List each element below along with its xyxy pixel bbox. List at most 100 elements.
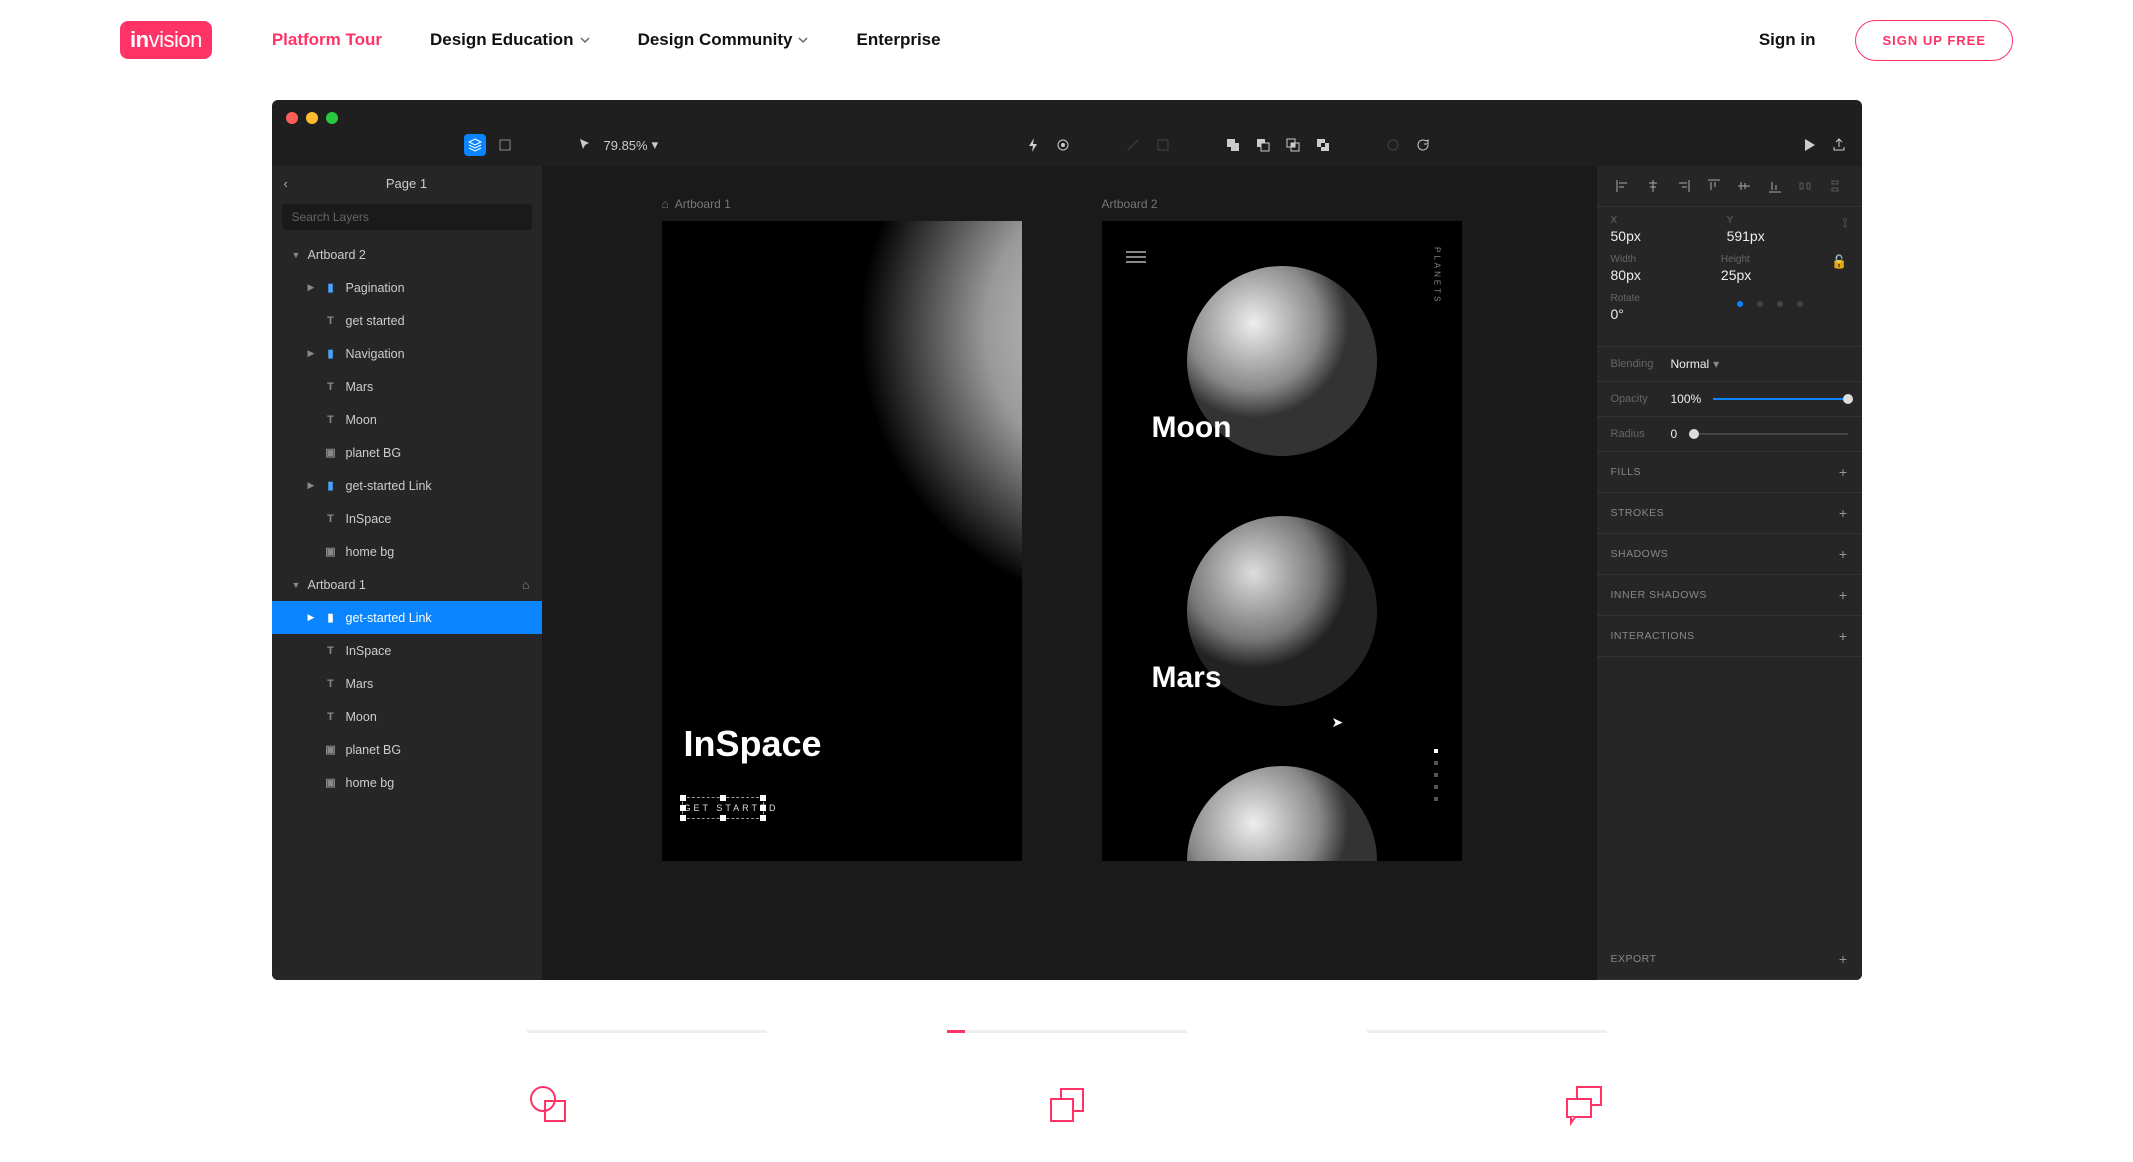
bolt-tool[interactable] <box>1022 134 1044 156</box>
interactions-section[interactable]: INTERACTIONS+ <box>1597 616 1862 657</box>
mask-tool[interactable] <box>1382 134 1404 156</box>
signup-button[interactable]: SIGN UP FREE <box>1855 20 2013 61</box>
layer-label: get-started Link <box>346 611 432 625</box>
inner-shadows-section[interactable]: INNER SHADOWS+ <box>1597 575 1862 616</box>
flip-controls[interactable] <box>1737 301 1848 307</box>
nav-platform-tour[interactable]: Platform Tour <box>272 30 382 50</box>
image-icon: ▣ <box>324 446 338 459</box>
layer-label: Moon <box>346 413 377 427</box>
intersect-tool[interactable] <box>1282 134 1304 156</box>
nav-design-education[interactable]: Design Education <box>430 30 590 50</box>
layer-item[interactable]: ▣home bg <box>272 535 542 568</box>
pin-icon[interactable]: ⟟ <box>1843 215 1848 244</box>
settings-tool[interactable] <box>1052 134 1074 156</box>
layer-label: Mars <box>346 677 374 691</box>
share-button[interactable] <box>1828 134 1850 156</box>
minimize-dot[interactable] <box>306 112 318 124</box>
x-value[interactable]: 50px <box>1611 228 1711 244</box>
home-icon: ⌂ <box>662 197 669 211</box>
plus-icon: + <box>1839 505 1848 521</box>
layer-label: Navigation <box>346 347 405 361</box>
invision-logo[interactable]: invision <box>120 21 212 59</box>
lock-icon[interactable]: 🔓 <box>1831 254 1847 283</box>
layer-item[interactable]: TInSpace <box>272 634 542 667</box>
layer-item[interactable]: ▣planet BG <box>272 733 542 766</box>
align-left[interactable] <box>1609 176 1637 196</box>
layer-item[interactable]: Tget started <box>272 304 542 337</box>
artboard-2[interactable]: Artboard 2 PLANETS Moon Mars <box>1102 221 1462 861</box>
back-arrow[interactable]: ‹ <box>284 176 288 191</box>
radius-value: 0 <box>1671 427 1678 441</box>
crop-tool[interactable] <box>1152 134 1174 156</box>
main-nav: Platform Tour Design Education Design Co… <box>272 30 941 50</box>
layer-item[interactable]: ▶▮Pagination <box>272 271 542 304</box>
export-section[interactable]: EXPORT+ <box>1597 939 1862 980</box>
strokes-section[interactable]: STROKES+ <box>1597 493 1862 534</box>
layer-item[interactable]: TMars <box>272 667 542 700</box>
nav-design-community[interactable]: Design Community <box>638 30 809 50</box>
layers-toggle[interactable] <box>464 134 486 156</box>
align-bottom[interactable] <box>1760 176 1788 196</box>
rotate-value[interactable]: 0° <box>1611 306 1722 322</box>
radius-row[interactable]: Radius 0 <box>1597 417 1862 452</box>
geometry-section: X50px Y591px ⟟ Width80px Height25px 🔓 Ro… <box>1597 207 1862 347</box>
pointer-tool[interactable] <box>574 134 596 156</box>
layer-artboard[interactable]: ▼Artboard 1⌂ <box>272 568 542 601</box>
layer-item[interactable]: T Moon <box>272 403 542 436</box>
layer-label: planet BG <box>346 743 402 757</box>
library-toggle[interactable] <box>494 134 516 156</box>
zoom-dropdown[interactable]: 79.85%▾ <box>604 134 659 156</box>
union-tool[interactable] <box>1222 134 1244 156</box>
opacity-slider[interactable] <box>1713 398 1847 400</box>
height-value[interactable]: 25px <box>1721 267 1815 283</box>
width-value[interactable]: 80px <box>1611 267 1705 283</box>
subtract-tool[interactable] <box>1252 134 1274 156</box>
y-value[interactable]: 591px <box>1727 228 1827 244</box>
layer-item[interactable]: ▣home bg <box>272 766 542 799</box>
radius-slider[interactable] <box>1689 433 1847 435</box>
indicator-active[interactable] <box>947 1030 1187 1033</box>
rotate-label: Rotate <box>1611 293 1722 304</box>
planets-image <box>1102 221 1462 861</box>
layer-item[interactable]: ▶▮get-started Link <box>272 469 542 502</box>
text-icon: T <box>324 711 338 723</box>
difference-tool[interactable] <box>1312 134 1334 156</box>
opacity-value: 100% <box>1671 392 1702 406</box>
refresh-tool[interactable] <box>1412 134 1434 156</box>
opacity-row[interactable]: Opacity 100% <box>1597 382 1862 417</box>
distribute-h[interactable] <box>1791 176 1819 196</box>
fills-section[interactable]: FILLS+ <box>1597 452 1862 493</box>
align-middle[interactable] <box>1730 176 1758 196</box>
indicator[interactable] <box>1367 1030 1607 1033</box>
path-tool[interactable] <box>1122 134 1144 156</box>
shadows-section[interactable]: SHADOWS+ <box>1597 534 1862 575</box>
align-top[interactable] <box>1700 176 1728 196</box>
zoom-dot[interactable] <box>326 112 338 124</box>
canvas[interactable]: ⌂Artboard 1 InSpace GET STARTED Artboard… <box>542 166 1597 980</box>
artboard-label[interactable]: ⌂Artboard 1 <box>662 197 731 211</box>
artboard-label[interactable]: Artboard 2 <box>1102 197 1158 211</box>
align-right[interactable] <box>1669 176 1697 196</box>
layer-item[interactable]: TMoon <box>272 700 542 733</box>
layer-artboard[interactable]: ▼Artboard 2 <box>272 238 542 271</box>
search-input[interactable]: Search Layers <box>282 204 532 230</box>
play-preview[interactable] <box>1798 134 1820 156</box>
nav-enterprise[interactable]: Enterprise <box>856 30 940 50</box>
distribute-v[interactable] <box>1821 176 1849 196</box>
layer-item[interactable]: ▶▮Navigation <box>272 337 542 370</box>
radius-label: Radius <box>1611 428 1671 440</box>
blending-row[interactable]: Blending Normal ▾ <box>1597 347 1862 382</box>
text-icon: T <box>324 414 338 426</box>
top-toolbar: 79.85%▾ <box>272 124 1862 166</box>
artboard-1[interactable]: ⌂Artboard 1 InSpace GET STARTED <box>662 221 1022 861</box>
layer-item-selected[interactable]: ▶▮get-started Link <box>272 601 542 634</box>
page-title[interactable]: Page 1 <box>386 176 427 191</box>
indicator[interactable] <box>527 1030 767 1033</box>
layer-item[interactable]: ▣planet BG <box>272 436 542 469</box>
close-dot[interactable] <box>286 112 298 124</box>
align-center-h[interactable] <box>1639 176 1667 196</box>
selection-box[interactable] <box>682 797 764 819</box>
signin-link[interactable]: Sign in <box>1759 30 1816 50</box>
layer-item[interactable]: TInSpace <box>272 502 542 535</box>
layer-item[interactable]: TMars <box>272 370 542 403</box>
